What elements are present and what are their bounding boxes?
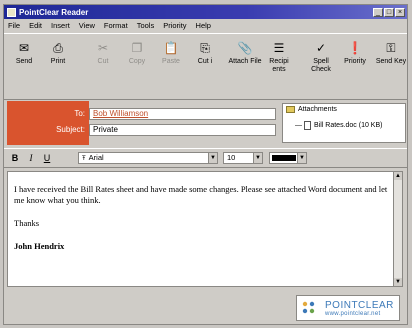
font-select[interactable]: Ŧ Arial ▼ [78,152,218,164]
minimize-button[interactable]: _ [373,7,383,17]
cut-button[interactable]: ✂ Cut [88,38,118,96]
folder-icon [286,106,295,113]
color-swatch [272,155,296,161]
body-paragraph: I have received the Bill Rates sheet and… [14,184,388,205]
send-key-button[interactable]: ⚿ Send Key [376,38,406,96]
attachment-name: Bill Rates.doc (10 KB) [314,122,383,129]
pointclear-logo-mark [302,301,315,314]
cut-i-button[interactable]: ⎘ Cut i [190,38,220,96]
logo-url: www.pointclear.net [325,310,381,317]
window-title: PointClear Reader [19,7,89,17]
cut-i-icon: ⎘ [200,41,210,55]
chevron-down-icon[interactable]: ▼ [297,153,306,163]
priority-icon: ❗ [347,41,363,55]
menu-help[interactable]: Help [196,21,211,30]
app-window: PointClear Reader _ □ × File Edit Insert… [3,4,408,325]
format-toolbar: B I U Ŧ Arial ▼ 10 ▼ ▼ [4,148,407,168]
tree-connector [295,125,302,126]
attach-file-button[interactable]: 📎 Attach File [228,38,261,96]
printer-icon: ⎙ [53,41,63,55]
font-size-select[interactable]: 10 ▼ [223,152,263,164]
spell-check-icon: ✓ [315,41,327,55]
menu-file[interactable]: File [8,21,20,30]
chevron-down-icon[interactable]: ▼ [208,153,217,163]
copy-button[interactable]: ❐ Copy [122,38,152,96]
bold-button[interactable]: B [10,153,20,163]
scroll-down-icon[interactable]: ▼ [394,278,402,286]
italic-button[interactable]: I [26,153,36,163]
spell-check-button[interactable]: ✓ Spell Check [306,38,336,96]
logo-title: POINTCLEAR [325,299,394,311]
send-icon: ✉ [18,41,30,55]
copy-icon: ❐ [131,41,143,55]
menu-view[interactable]: View [79,21,95,30]
underline-button[interactable]: U [42,153,52,163]
body-paragraph: Thanks [14,218,40,228]
maximize-button[interactable]: □ [384,7,394,17]
document-icon [304,121,311,130]
signature: John Hendrix [14,241,65,251]
menu-insert[interactable]: Insert [51,21,70,30]
attachment-item[interactable]: Bill Rates.doc (10 KB) [295,121,382,130]
menu-format[interactable]: Format [104,21,128,30]
toolbar: ✉ Send ⎙ Print ✂ Cut ❐ Copy 📋 Paste ⎘ Cu… [4,33,407,100]
attachments-title: Attachments [298,106,337,113]
subject-label: Subject: [56,125,85,134]
app-icon [7,7,16,17]
to-recipient-link[interactable]: Bob Williamson [93,109,148,118]
recipients-button[interactable]: ☰ Recipi ents [264,38,294,96]
menu-priority[interactable]: Priority [163,21,186,30]
paperclip-icon: 📎 [237,41,253,55]
scroll-up-icon[interactable]: ▲ [394,172,402,180]
title-bar[interactable]: PointClear Reader _ □ × [4,5,407,19]
attachments-panel: Attachments Bill Rates.doc (10 KB) [282,103,406,143]
font-type-icon: Ŧ [82,156,86,162]
font-size-value: 10 [227,153,236,162]
print-button[interactable]: ⎙ Print [43,38,73,96]
header-label-panel: To: Subject: [7,101,89,145]
menu-tools[interactable]: Tools [137,21,155,30]
recipients-icon: ☰ [273,41,285,55]
subject-field[interactable]: Private [89,124,276,136]
send-button[interactable]: ✉ Send [9,38,39,96]
paste-button[interactable]: 📋 Paste [156,38,186,96]
priority-button[interactable]: ❗ Priority [340,38,370,96]
pointclear-logo: POINTCLEAR www.pointclear.net [296,295,400,321]
text-color-select[interactable]: ▼ [269,152,307,164]
menu-bar: File Edit Insert View Format Tools Prior… [4,20,407,31]
message-body[interactable]: I have received the Bill Rates sheet and… [7,171,403,287]
menu-edit[interactable]: Edit [29,21,42,30]
scissors-icon: ✂ [97,41,109,55]
close-button[interactable]: × [395,7,405,17]
key-icon: ⚿ [386,41,396,55]
font-select-value: Arial [88,153,104,162]
to-field[interactable]: Bob Williamson [89,108,276,120]
message-header: To: Subject: Bob Williamson Private Atta… [4,101,407,145]
to-label: To: [74,109,85,118]
paste-icon: 📋 [163,41,179,55]
chevron-down-icon[interactable]: ▼ [253,153,262,163]
vertical-scrollbar[interactable]: ▲ ▼ [393,172,402,286]
